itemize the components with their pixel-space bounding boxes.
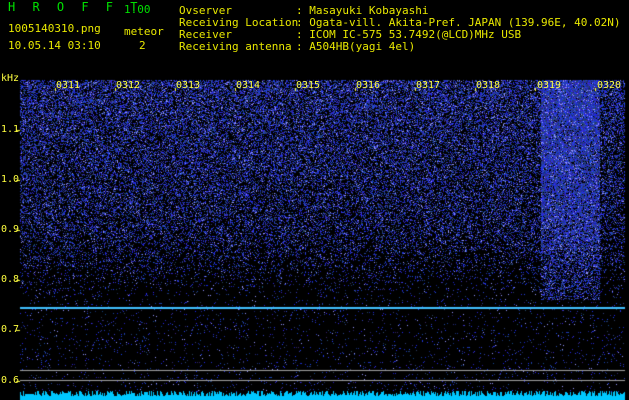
time-tick-label: 0319 — [537, 80, 562, 91]
station-key-observer: Ovserver — [179, 4, 232, 17]
spectrogram-canvas — [0, 0, 629, 400]
y-tick-label: 0.8 — [1, 274, 20, 285]
time-tick-label: 0315 — [296, 80, 321, 91]
time-tick-label: 0320 — [597, 80, 622, 91]
y-axis-unit: kHz — [1, 73, 20, 84]
y-tick-label: 0.7 — [1, 324, 20, 335]
station-value-observer: : Masayuki Kobayashi — [296, 4, 429, 17]
time-tick-label: 0318 — [476, 80, 501, 91]
event-count: 2 — [139, 39, 146, 52]
station-key-receiver: Receiver — [179, 28, 232, 41]
station-key-location: Receiving Location — [179, 16, 299, 29]
station-value-antenna: : A504HB(yagi 4el) — [296, 40, 416, 53]
time-tick-label: 0317 — [416, 80, 441, 91]
image-filename: 1005140310.png — [8, 22, 101, 35]
event-label: meteor — [124, 25, 164, 38]
time-tick-label: 0312 — [116, 80, 141, 91]
y-tick-label: 0.6 — [1, 375, 20, 386]
app-brand: H R O F F T — [8, 0, 143, 14]
app-version: 1.00 — [124, 3, 151, 16]
y-tick-label: 1.0 — [1, 174, 20, 185]
y-tick-label: 1.1 — [1, 124, 20, 135]
station-value-receiver: : ICOM IC-575 53.7492(@LCD)MHz USB — [296, 28, 522, 41]
station-value-location: : Ogata-vill. Akita-Pref. JAPAN (139.96E… — [296, 16, 621, 29]
time-tick-label: 0313 — [176, 80, 201, 91]
capture-datetime: 10.05.14 03:10 — [8, 39, 101, 52]
time-tick-label: 0316 — [356, 80, 381, 91]
station-key-antenna: Receiving antenna — [179, 40, 292, 53]
time-tick-label: 0314 — [236, 80, 261, 91]
y-tick-label: 0.9 — [1, 224, 20, 235]
time-tick-label: 0311 — [56, 80, 81, 91]
